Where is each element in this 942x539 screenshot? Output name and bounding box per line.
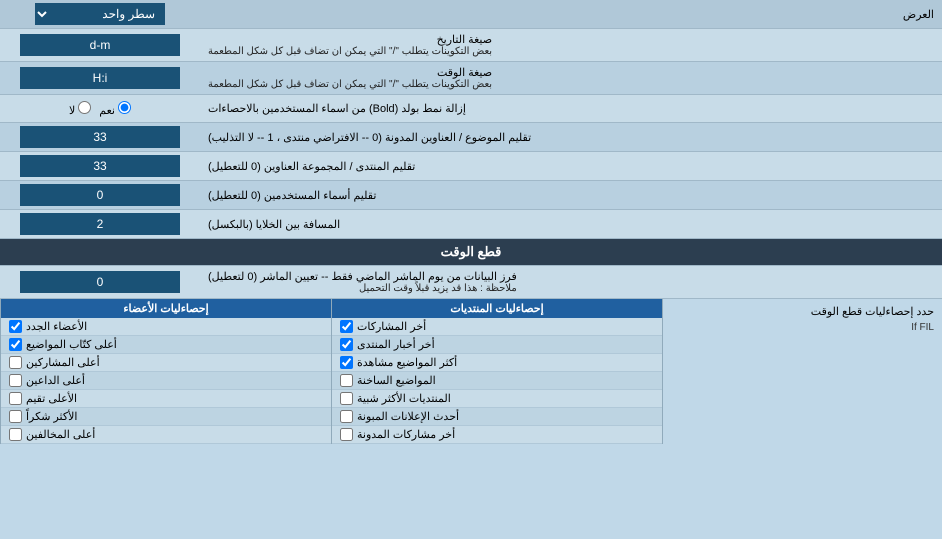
cb-col1-2[interactable] bbox=[340, 356, 353, 369]
stats-col1: إحصاءليات المنتديات أخر المشاركات أخر أخ… bbox=[331, 299, 662, 444]
space-between-row: المسافة بين الخلايا (بالبكسل) bbox=[0, 210, 942, 239]
stats-col1-header: إحصاءليات المنتديات bbox=[332, 299, 662, 318]
top-select-cell: سطر واحد سطرين ثلاثة أسطر bbox=[0, 0, 200, 28]
topics-per-page-input[interactable] bbox=[20, 126, 180, 148]
cb-col2-6[interactable] bbox=[9, 428, 22, 441]
cut-time-filter-row: فرز البيانات من يوم الماشر الماضي فقط --… bbox=[0, 266, 942, 299]
cb-col2-item-1: أعلى كتّاب المواضيع bbox=[1, 336, 331, 354]
main-container: العرض سطر واحد سطرين ثلاثة أسطر صيغة الت… bbox=[0, 0, 942, 444]
users-per-page-input-cell bbox=[0, 181, 200, 209]
cb-col1-item-0: أخر المشاركات bbox=[332, 318, 662, 336]
stats-right-note: حدد إحصاءليات قطع الوقت If FIL bbox=[662, 299, 942, 444]
space-between-label: المسافة بين الخلايا (بالبكسل) bbox=[200, 210, 942, 238]
radio-yes-label[interactable]: نعم bbox=[99, 101, 131, 117]
radio-no[interactable] bbox=[78, 101, 91, 114]
topics-per-page-input-cell bbox=[0, 123, 200, 151]
cut-time-filter-input-cell bbox=[0, 266, 200, 298]
users-per-page-input[interactable] bbox=[20, 184, 180, 206]
radio-no-label[interactable]: لا bbox=[69, 101, 91, 117]
cb-col2-5[interactable] bbox=[9, 410, 22, 423]
display-select[interactable]: سطر واحد سطرين ثلاثة أسطر bbox=[35, 3, 165, 25]
cb-col1-item-6: أخر مشاركات المدونة bbox=[332, 426, 662, 444]
cb-col2-item-2: أعلى المشاركين bbox=[1, 354, 331, 372]
cb-col2-item-4: الأعلى تقيم bbox=[1, 390, 331, 408]
cb-col1-0[interactable] bbox=[340, 320, 353, 333]
cb-col2-item-6: أعلى المخالفين bbox=[1, 426, 331, 444]
cb-col1-item-3: المواضيع الساخنة bbox=[332, 372, 662, 390]
stats-area: حدد إحصاءليات قطع الوقت If FIL إحصاءليات… bbox=[0, 299, 942, 444]
bold-remove-radio-cell: نعم لا bbox=[0, 95, 200, 122]
space-between-input[interactable] bbox=[20, 213, 180, 235]
cb-col1-item-4: المنتديات الأكثر شبية bbox=[332, 390, 662, 408]
forum-per-page-row: تقليم المنتدى / المجموعة العناوين (0 للت… bbox=[0, 152, 942, 181]
date-format-label: صيغة التاريخ بعض التكوينات يتطلب "/" الت… bbox=[200, 29, 942, 61]
date-format-row: صيغة التاريخ بعض التكوينات يتطلب "/" الت… bbox=[0, 29, 942, 62]
cb-col2-0[interactable] bbox=[9, 320, 22, 333]
checkbox-columns: إحصاءليات المنتديات أخر المشاركات أخر أخ… bbox=[0, 299, 662, 444]
time-format-label: صيغة الوقت بعض التكوينات يتطلب "/" التي … bbox=[200, 62, 942, 94]
cb-col1-item-5: أحدث الإعلانات المبونة bbox=[332, 408, 662, 426]
cb-col2-3[interactable] bbox=[9, 374, 22, 387]
cb-col2-4[interactable] bbox=[9, 392, 22, 405]
time-format-input-cell bbox=[0, 62, 200, 94]
forum-per-page-label: تقليم المنتدى / المجموعة العناوين (0 للت… bbox=[200, 152, 942, 180]
cut-time-section-header: قطع الوقت bbox=[0, 239, 942, 266]
time-format-input[interactable] bbox=[20, 67, 180, 89]
users-per-page-row: تقليم أسماء المستخدمين (0 للتعطيل) bbox=[0, 181, 942, 210]
top-label: العرض bbox=[200, 4, 942, 25]
cb-col2-item-5: الأكثر شكراً bbox=[1, 408, 331, 426]
top-row: العرض سطر واحد سطرين ثلاثة أسطر bbox=[0, 0, 942, 29]
cb-col1-6[interactable] bbox=[340, 428, 353, 441]
cb-col2-2[interactable] bbox=[9, 356, 22, 369]
bold-remove-label: إزالة نمط بولد (Bold) من اسماء المستخدمي… bbox=[200, 95, 942, 122]
topics-per-page-label: تقليم الموضوع / العناوين المدونة (0 -- ا… bbox=[200, 123, 942, 151]
radio-yes[interactable] bbox=[118, 101, 131, 114]
cb-col1-3[interactable] bbox=[340, 374, 353, 387]
cb-col2-item-3: أعلى الداعين bbox=[1, 372, 331, 390]
cb-col1-4[interactable] bbox=[340, 392, 353, 405]
users-per-page-label: تقليم أسماء المستخدمين (0 للتعطيل) bbox=[200, 181, 942, 209]
cb-col2-1[interactable] bbox=[9, 338, 22, 351]
stats-col2: إحصاءليات الأعضاء الأعضاء الجدد أعلى كتّ… bbox=[0, 299, 331, 444]
cb-col1-item-2: أكثر المواضيع مشاهدة bbox=[332, 354, 662, 372]
stats-col2-header: إحصاءليات الأعضاء bbox=[1, 299, 331, 318]
cb-col1-item-1: أخر أخبار المنتدى bbox=[332, 336, 662, 354]
date-format-input[interactable] bbox=[20, 34, 180, 56]
date-format-input-cell bbox=[0, 29, 200, 61]
time-format-row: صيغة الوقت بعض التكوينات يتطلب "/" التي … bbox=[0, 62, 942, 95]
cb-col2-item-0: الأعضاء الجدد bbox=[1, 318, 331, 336]
cb-col1-5[interactable] bbox=[340, 410, 353, 423]
cut-time-filter-input[interactable] bbox=[20, 271, 180, 293]
filter-note: If FIL bbox=[671, 322, 934, 333]
cut-time-filter-label: فرز البيانات من يوم الماشر الماضي فقط --… bbox=[200, 266, 942, 298]
space-between-input-cell bbox=[0, 210, 200, 238]
forum-per-page-input-cell bbox=[0, 152, 200, 180]
cb-col1-1[interactable] bbox=[340, 338, 353, 351]
forum-per-page-input[interactable] bbox=[20, 155, 180, 177]
bold-remove-row: إزالة نمط بولد (Bold) من اسماء المستخدمي… bbox=[0, 95, 942, 123]
topics-per-page-row: تقليم الموضوع / العناوين المدونة (0 -- ا… bbox=[0, 123, 942, 152]
